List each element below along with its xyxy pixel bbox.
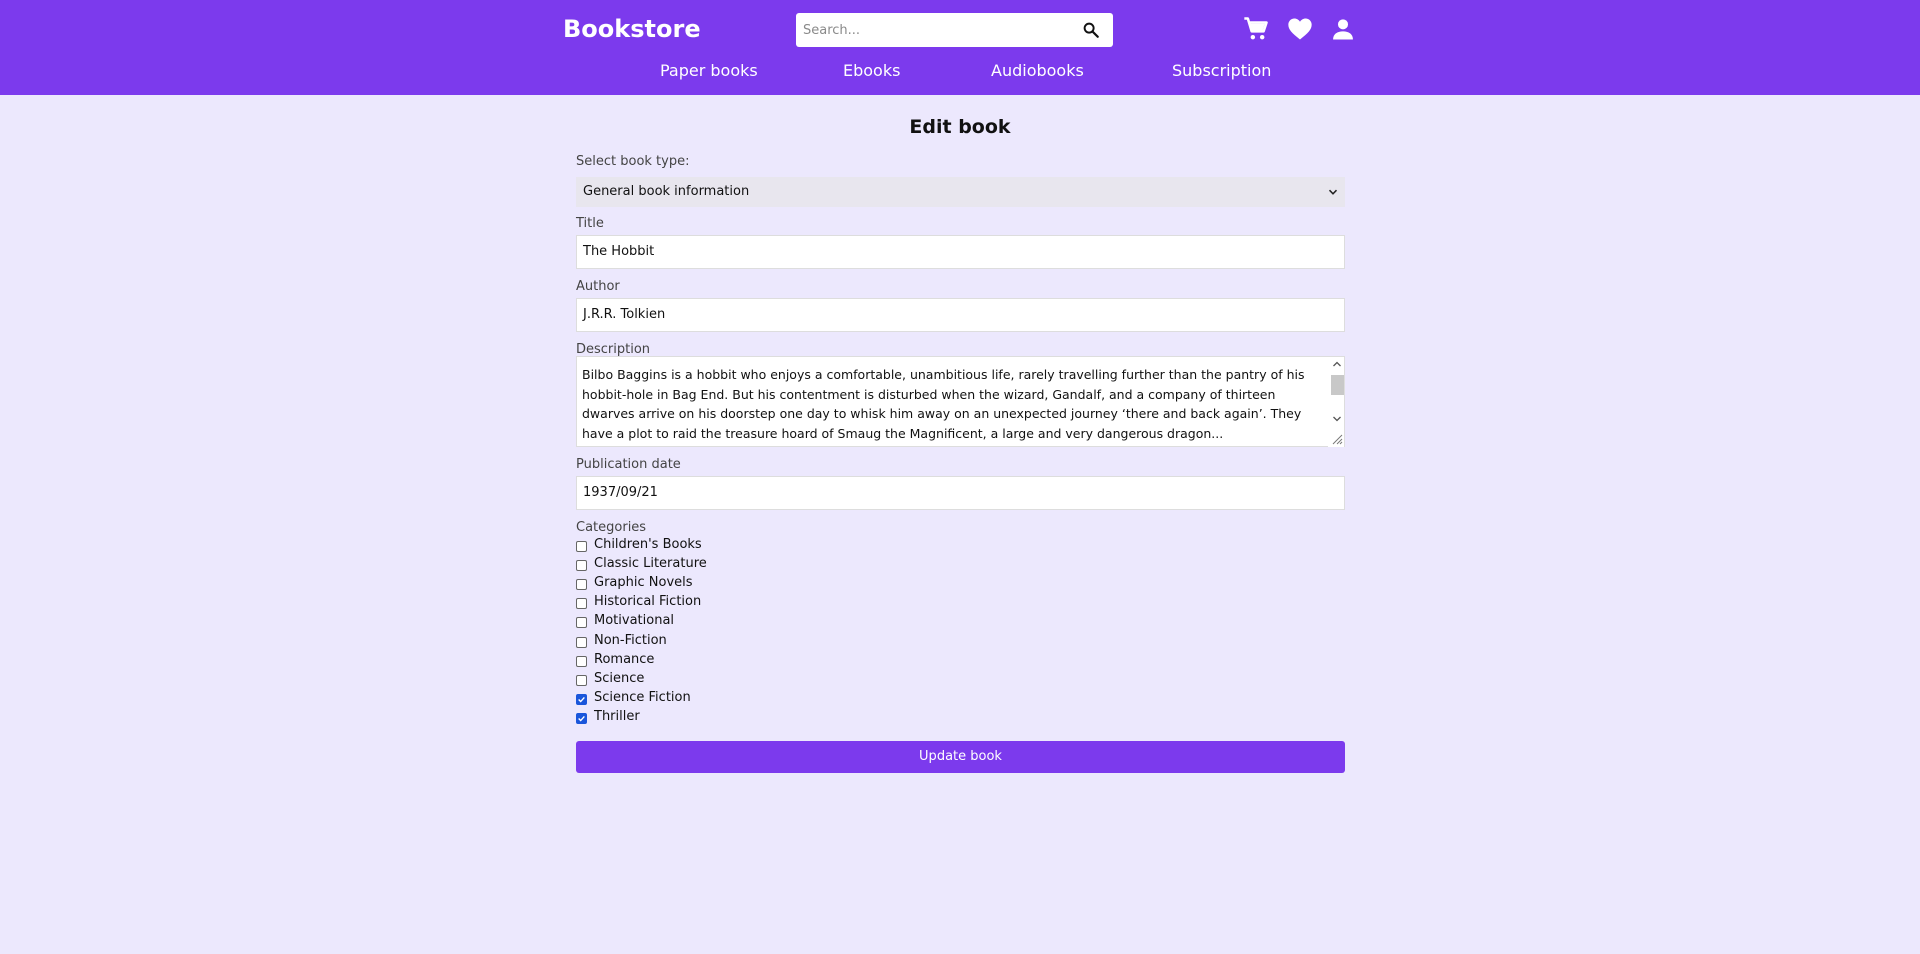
chevron-down-icon bbox=[1328, 189, 1338, 195]
description-text: Bilbo Baggins is a hobbit who enjoys a c… bbox=[582, 367, 1305, 441]
resize-grip-icon[interactable] bbox=[1331, 433, 1343, 445]
title-input[interactable]: The Hobbit bbox=[576, 235, 1345, 269]
pubdate-label: Publication date bbox=[576, 457, 681, 472]
category-item[interactable]: Historical Fiction bbox=[576, 594, 776, 613]
description-label: Description bbox=[576, 342, 651, 357]
description-textarea[interactable]: Bilbo Baggins is a hobbit who enjoys a c… bbox=[576, 356, 1345, 447]
heart-icon[interactable] bbox=[1286, 15, 1314, 43]
category-checkbox[interactable] bbox=[576, 541, 587, 552]
cart-icon[interactable] bbox=[1242, 15, 1270, 43]
scroll-thumb[interactable] bbox=[1331, 375, 1344, 395]
category-checkbox[interactable] bbox=[576, 693, 587, 705]
author-label: Author bbox=[576, 279, 620, 294]
category-item[interactable]: Thriller bbox=[576, 709, 776, 728]
category-item[interactable]: Graphic Novels bbox=[576, 575, 776, 594]
category-label: Romance bbox=[594, 651, 655, 667]
category-label: Science bbox=[594, 670, 645, 686]
page-title: Edit book bbox=[909, 116, 1011, 138]
search-box bbox=[796, 13, 1113, 47]
nav-paper-books[interactable]: Paper books bbox=[660, 61, 758, 80]
category-checkbox[interactable] bbox=[576, 655, 587, 667]
category-checkbox[interactable] bbox=[576, 712, 587, 724]
category-label: Classic Literature bbox=[594, 556, 707, 572]
logo[interactable]: Bookstore bbox=[563, 15, 701, 43]
category-item[interactable]: Science bbox=[576, 671, 776, 690]
update-book-button[interactable]: Update book bbox=[576, 741, 1345, 773]
category-label: Non-Fiction bbox=[594, 632, 667, 648]
category-label: Science Fiction bbox=[594, 689, 691, 705]
category-checkbox[interactable] bbox=[576, 579, 587, 591]
category-item[interactable]: Motivational bbox=[576, 613, 776, 632]
category-checkbox[interactable] bbox=[576, 617, 587, 629]
category-checkbox[interactable] bbox=[576, 636, 587, 648]
scroll-up-icon[interactable] bbox=[1332, 360, 1342, 368]
book-type-select[interactable]: General book information bbox=[576, 177, 1345, 207]
category-checkbox[interactable] bbox=[576, 598, 587, 610]
nav-ebooks[interactable]: Ebooks bbox=[843, 61, 900, 80]
description-scrollbar[interactable] bbox=[1328, 357, 1344, 447]
pubdate-input[interactable]: 1937/09/21 bbox=[576, 476, 1345, 510]
book-type-value: General book information bbox=[583, 184, 750, 199]
category-item[interactable]: Romance bbox=[576, 652, 776, 671]
checkmark-icon bbox=[578, 696, 585, 703]
user-icon[interactable] bbox=[1329, 15, 1357, 43]
categories-label: Categories bbox=[576, 520, 647, 535]
category-item[interactable]: Children's Books bbox=[576, 537, 776, 556]
top-header: Bookstore Paper books Ebooks Audiobooks … bbox=[0, 0, 1920, 95]
category-label: Historical Fiction bbox=[594, 594, 702, 610]
category-label: Graphic Novels bbox=[594, 575, 693, 591]
nav-audiobooks[interactable]: Audiobooks bbox=[991, 61, 1084, 80]
category-checkbox[interactable] bbox=[576, 674, 587, 686]
category-label: Children's Books bbox=[594, 537, 702, 552]
search-input[interactable] bbox=[796, 13, 1076, 47]
category-item[interactable]: Non-Fiction bbox=[576, 633, 776, 652]
scroll-down-icon[interactable] bbox=[1332, 415, 1342, 423]
checkmark-icon bbox=[578, 715, 585, 722]
nav-subscription[interactable]: Subscription bbox=[1172, 61, 1271, 80]
category-item[interactable]: Science Fiction bbox=[576, 690, 776, 709]
category-item[interactable]: Classic Literature bbox=[576, 556, 776, 575]
book-type-label: Select book type: bbox=[576, 154, 690, 169]
category-label: Motivational bbox=[594, 613, 675, 629]
title-label: Title bbox=[576, 216, 604, 231]
category-label: Thriller bbox=[594, 708, 640, 724]
category-checkbox[interactable] bbox=[576, 560, 587, 572]
search-icon[interactable] bbox=[1082, 21, 1100, 39]
author-input[interactable]: J.R.R. Tolkien bbox=[576, 298, 1345, 332]
